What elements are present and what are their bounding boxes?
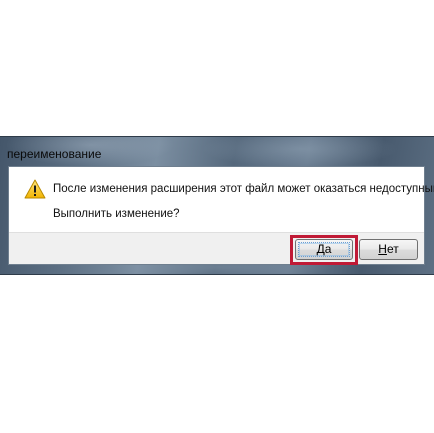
dialog-title: переименование xyxy=(7,147,102,161)
no-button[interactable]: Нет xyxy=(359,239,418,260)
dialog-message: После изменения расширения этот файл мож… xyxy=(53,183,434,195)
dialog-question: Выполнить изменение? xyxy=(53,208,180,220)
message-area: После изменения расширения этот файл мож… xyxy=(9,167,434,232)
rename-dialog: переименование После изменения расширени… xyxy=(0,136,434,275)
focus-rectangle xyxy=(298,242,350,257)
dialog-body: После изменения расширения этот файл мож… xyxy=(8,166,434,265)
button-bar: Да Нет xyxy=(9,232,424,265)
warning-icon xyxy=(24,179,46,199)
no-button-label: Нет xyxy=(378,242,399,256)
yes-button[interactable]: Да xyxy=(295,239,353,260)
